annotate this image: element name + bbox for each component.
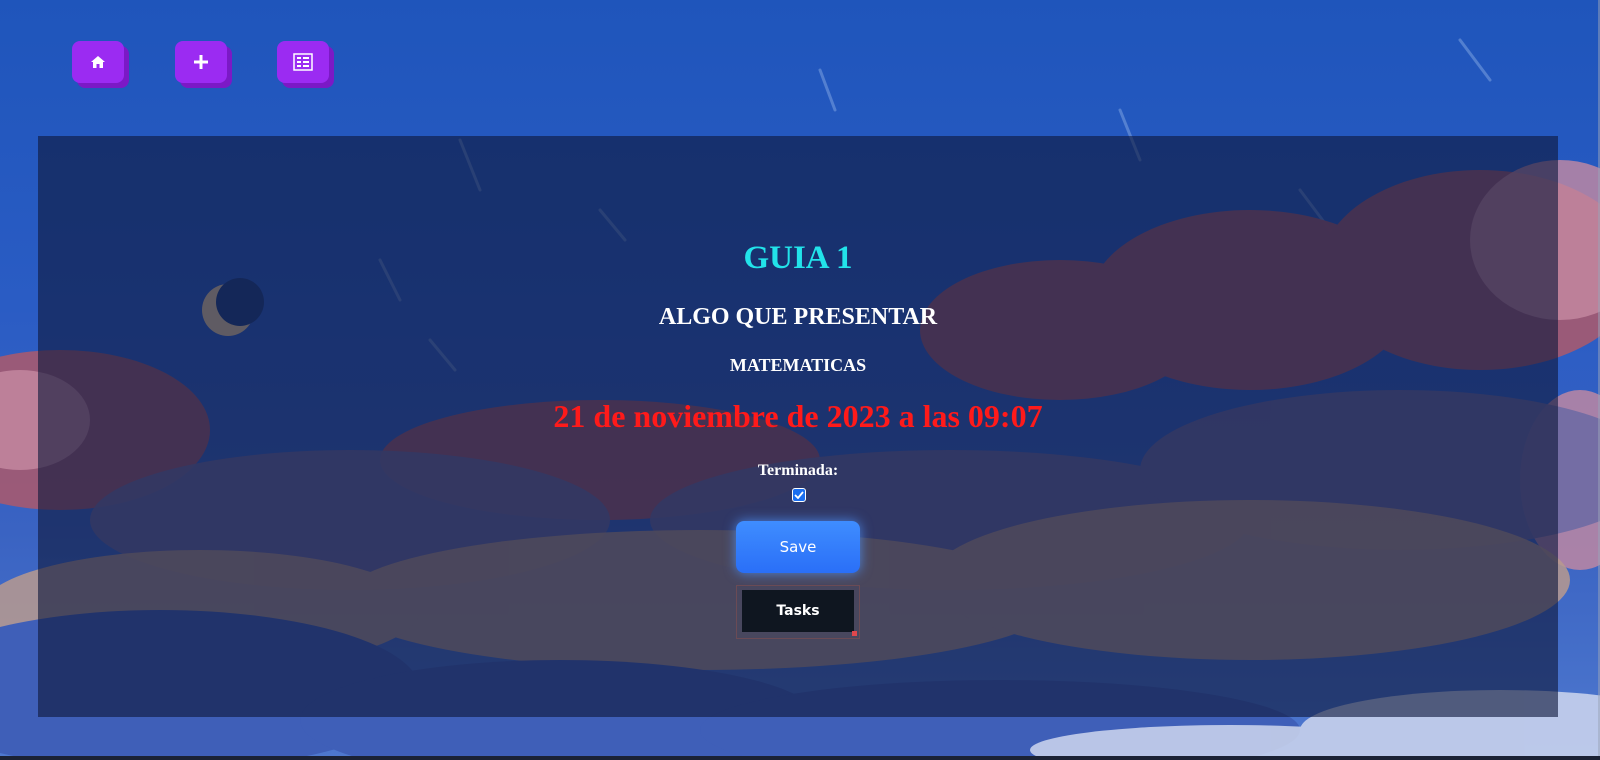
add-task-button[interactable]	[175, 41, 227, 83]
done-checkbox[interactable]	[792, 488, 806, 502]
tasks-button[interactable]: Tasks	[742, 590, 854, 632]
home-button[interactable]	[72, 41, 124, 83]
task-description: ALGO QUE PRESENTAR	[658, 304, 938, 330]
tasks-button-frame: Tasks	[736, 585, 860, 639]
task-list-button[interactable]	[277, 41, 329, 83]
home-icon	[91, 56, 105, 68]
task-due-date: 21 de noviembre de 2023 a las 09:07	[553, 398, 1043, 434]
plus-icon	[194, 55, 208, 69]
task-list-icon	[293, 53, 313, 71]
task-detail-panel: GUIA 1 ALGO QUE PRESENTAR MATEMATICAS 21…	[38, 136, 1558, 717]
task-subject: MATEMATICAS	[729, 355, 867, 375]
tasks-indicator-dot	[852, 631, 857, 636]
bottom-edge	[0, 756, 1600, 760]
task-title: GUIA 1	[743, 240, 853, 276]
save-button[interactable]: Save	[736, 521, 860, 573]
task-detail-content: GUIA 1 ALGO QUE PRESENTAR MATEMATICAS 21…	[38, 136, 1558, 717]
done-label: Terminada:	[757, 462, 839, 479]
check-icon	[794, 491, 804, 499]
